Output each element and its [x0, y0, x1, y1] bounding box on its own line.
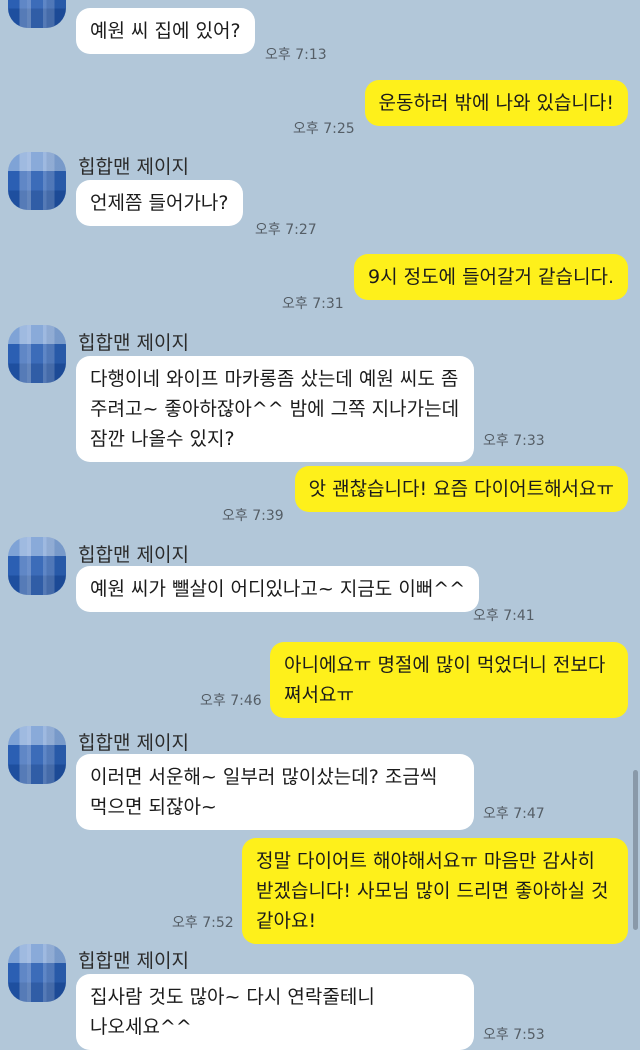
message-timestamp: 오후 7:53 [483, 1027, 545, 1043]
message-timestamp: 오후 7:52 [172, 915, 234, 931]
sender-avatar[interactable] [8, 726, 66, 784]
sender-name: 힙합맨 제이지 [78, 156, 189, 178]
incoming-message[interactable]: 예원 씨 집에 있어? [76, 8, 255, 54]
sender-avatar[interactable] [8, 537, 66, 595]
outgoing-message[interactable]: 앗 괜찮습니다! 요즘 다이어트해서요ㅠ [294, 466, 628, 512]
outgoing-message[interactable]: 9시 정도에 들어갈거 같습니다. [353, 254, 628, 300]
sender-avatar[interactable] [8, 152, 66, 210]
message-timestamp: 오후 7:46 [200, 693, 262, 709]
outgoing-message[interactable]: 정말 다이어트 해야해서요ㅠ 마음만 감사히 받겠습니다! 사모님 많이 드리면… [242, 838, 628, 944]
message-timestamp: 오후 7:41 [473, 608, 535, 624]
message-timestamp: 오후 7:39 [222, 508, 284, 524]
sender-name: 힙합맨 제이지 [78, 544, 189, 566]
incoming-message[interactable]: 예원 씨가 뺄살이 어디있나고~ 지금도 이뻐^^ [76, 566, 480, 612]
sender-avatar[interactable] [8, 0, 66, 28]
sender-name: 힙합맨 제이지 [78, 950, 189, 972]
sender-name: 힙합맨 제이지 [78, 332, 189, 354]
message-timestamp: 오후 7:31 [282, 296, 344, 312]
message-timestamp: 오후 7:47 [483, 806, 545, 822]
sender-name: 힙합맨 제이지 [78, 732, 189, 754]
scrollbar-thumb[interactable] [633, 770, 638, 930]
outgoing-message[interactable]: 운동하러 밖에 나와 있습니다! [364, 80, 628, 126]
message-timestamp: 오후 7:27 [255, 222, 317, 238]
incoming-message[interactable]: 집사람 것도 많아~ 다시 연락줄테니 나오세요^^ [76, 974, 474, 1050]
sender-avatar[interactable] [8, 944, 66, 1002]
incoming-message[interactable]: 언제쯤 들어가나? [76, 180, 243, 226]
incoming-message[interactable]: 이러면 서운해~ 일부러 많이샀는데? 조금씩 먹으면 되잖아~ [76, 754, 474, 830]
message-timestamp: 오후 7:25 [293, 121, 355, 137]
incoming-message[interactable]: 다행이네 와이프 마카롱좀 샀는데 예원 씨도 좀 주려고~ 좋아하잖아^^ 밤… [76, 356, 474, 462]
message-timestamp: 오후 7:13 [265, 47, 327, 63]
chat-area[interactable]: 예원 씨 집에 있어? 오후 7:13 운동하러 밖에 나와 있습니다! 오후 … [0, 0, 640, 1050]
sender-avatar[interactable] [8, 325, 66, 383]
message-timestamp: 오후 7:33 [483, 433, 545, 449]
outgoing-message[interactable]: 아니에요ㅠ 명절에 많이 먹었더니 전보다 쪄서요ㅠ [270, 642, 628, 718]
